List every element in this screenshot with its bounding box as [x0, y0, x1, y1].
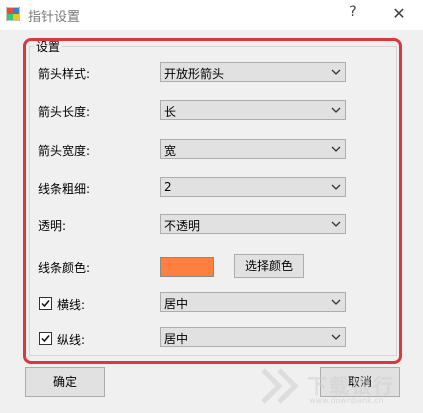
arrow-length-label: 箭头长度:: [38, 105, 91, 119]
vertical-line-select[interactable]: 居中: [160, 327, 346, 347]
close-button[interactable]: ✕: [388, 4, 410, 24]
transparency-value: 不透明: [164, 219, 201, 233]
horizontal-line-label: 横线:: [57, 298, 86, 312]
vertical-line-checkbox[interactable]: [39, 332, 52, 345]
checkmark-icon: [41, 335, 50, 343]
chevron-down-icon: [331, 69, 341, 75]
window-title: 指针设置: [28, 10, 81, 25]
title-bar: 指针设置 ? ✕: [0, 0, 423, 30]
checkmark-icon: [41, 300, 50, 308]
arrow-width-value: 宽: [164, 144, 177, 158]
vertical-line-label: 纵线:: [57, 333, 86, 347]
transparency-label: 透明:: [38, 219, 67, 233]
ok-button[interactable]: 确定: [25, 367, 105, 397]
line-thickness-value: 2: [164, 180, 172, 194]
help-button[interactable]: ?: [343, 4, 363, 24]
chevron-down-icon: [331, 334, 341, 340]
app-icon: [6, 7, 20, 21]
chevron-down-icon: [331, 221, 341, 227]
arrow-style-value: 开放形箭头: [164, 67, 225, 81]
transparency-select[interactable]: 不透明: [160, 214, 346, 234]
arrow-width-label: 箭头宽度:: [38, 144, 91, 158]
arrow-length-select[interactable]: 长: [160, 100, 346, 120]
vertical-line-value: 居中: [164, 332, 189, 346]
arrow-length-value: 长: [164, 105, 177, 119]
horizontal-line-checkbox[interactable]: [39, 297, 52, 310]
chevron-down-icon: [331, 299, 341, 305]
watermark-url: www.downbank.cn: [309, 396, 384, 405]
line-color-label: 线条颜色:: [38, 261, 91, 275]
horizontal-line-value: 居中: [164, 297, 189, 311]
chevron-down-icon: [331, 184, 341, 190]
group-title: 设置: [34, 38, 63, 55]
choose-color-button[interactable]: 选择颜色: [234, 254, 304, 278]
cancel-button[interactable]: 取消: [320, 367, 400, 397]
line-color-swatch: [160, 257, 214, 277]
arrow-width-select[interactable]: 宽: [160, 139, 346, 159]
arrow-style-select[interactable]: 开放形箭头: [160, 62, 346, 82]
chevron-down-icon: [331, 107, 341, 113]
chevron-down-icon: [331, 146, 341, 152]
line-thickness-label: 线条粗细:: [38, 182, 91, 196]
horizontal-line-select[interactable]: 居中: [160, 292, 346, 312]
arrow-style-label: 箭头样式:: [38, 67, 91, 81]
watermark-logo-icon: [261, 368, 299, 404]
line-thickness-select[interactable]: 2: [160, 177, 346, 197]
